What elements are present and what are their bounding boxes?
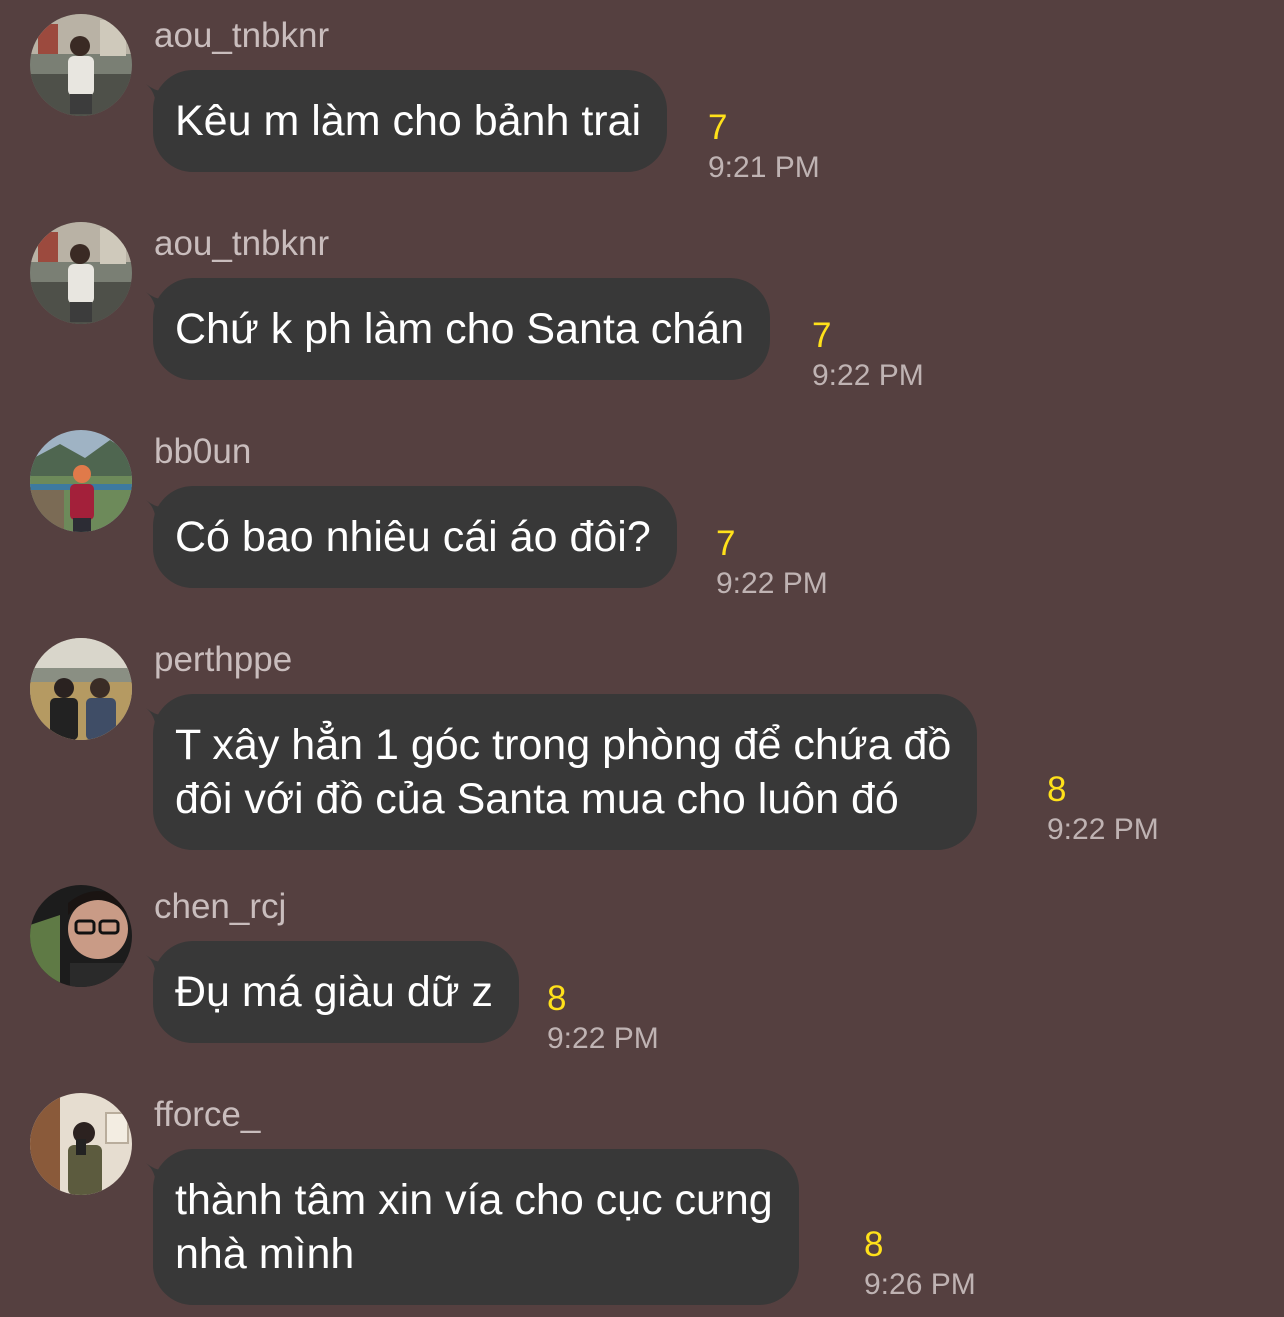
timestamp: 9:22 PM	[812, 359, 924, 392]
message-bubble[interactable]: T xây hẳn 1 góc trong phòng để chứa đồ đ…	[153, 694, 978, 850]
timestamp: 9:22 PM	[716, 567, 828, 600]
reaction-count: 8	[547, 979, 567, 1018]
message-text: Đụ má giàu dữ z	[175, 968, 493, 1016]
message-text: Có bao nhiêu cái áo đôi?	[175, 513, 651, 561]
timestamp: 9:22 PM	[1047, 813, 1159, 846]
message-meta: 8 9:22 PM	[547, 979, 659, 1059]
message-bubble-container: Có bao nhiêu cái áo đôi?	[146, 486, 677, 588]
message-text-line: T xây hẳn 1 góc trong phòng để chứa đồ	[175, 721, 952, 769]
username[interactable]: chen_rcj	[154, 887, 286, 927]
message-meta: 7 9:22 PM	[716, 524, 828, 604]
user-avatar[interactable]	[30, 885, 132, 987]
message-bubble[interactable]: thành tâm xin vía cho cục cưng nhà mình	[153, 1149, 799, 1305]
timestamp: 9:26 PM	[864, 1268, 976, 1301]
chat-screen: { "colors": { "background": "#554040", "…	[0, 0, 1284, 1317]
message-text: Chứ k ph làm cho Santa chán	[175, 305, 744, 353]
message-meta: 8 9:26 PM	[864, 1225, 976, 1305]
user-avatar[interactable]	[30, 1093, 132, 1195]
username[interactable]: aou_tnbknr	[154, 16, 329, 56]
user-avatar[interactable]	[30, 638, 132, 740]
user-avatar[interactable]	[30, 222, 132, 324]
reaction-count: 7	[812, 316, 832, 355]
message-text: Kêu m làm cho bảnh trai	[175, 97, 642, 145]
message-text-line: nhà mình	[175, 1230, 355, 1278]
message-bubble-container: Đụ má giàu dữ z	[146, 941, 519, 1043]
username[interactable]: fforce_	[154, 1095, 260, 1135]
message-bubble-container: thành tâm xin vía cho cục cưng nhà mình	[146, 1149, 799, 1305]
message-bubble[interactable]: Kêu m làm cho bảnh trai	[153, 70, 668, 172]
message-bubble[interactable]: Chứ k ph làm cho Santa chán	[153, 278, 770, 380]
message-meta: 8 9:22 PM	[1047, 770, 1159, 850]
message-bubble[interactable]: Có bao nhiêu cái áo đôi?	[153, 486, 677, 588]
timestamp: 9:22 PM	[547, 1022, 659, 1055]
reaction-count: 7	[708, 108, 728, 147]
username[interactable]: perthppe	[154, 640, 292, 680]
user-avatar[interactable]	[30, 14, 132, 116]
message-bubble[interactable]: Đụ má giàu dữ z	[153, 941, 519, 1043]
message-meta: 7 9:22 PM	[812, 316, 924, 396]
username[interactable]: bb0un	[154, 432, 251, 472]
message-meta: 7 9:21 PM	[708, 108, 820, 188]
user-avatar[interactable]	[30, 430, 132, 532]
reaction-count: 8	[864, 1225, 884, 1264]
message-bubble-container: Kêu m làm cho bảnh trai	[146, 70, 668, 172]
message-bubble-container: Chứ k ph làm cho Santa chán	[146, 278, 770, 380]
message-text-line: thành tâm xin vía cho cục cưng	[175, 1176, 773, 1224]
username[interactable]: aou_tnbknr	[154, 224, 329, 264]
message-text-line: đôi với đồ của Santa mua cho luôn đó	[175, 775, 899, 823]
timestamp: 9:21 PM	[708, 151, 820, 184]
message-bubble-container: T xây hẳn 1 góc trong phòng để chứa đồ đ…	[146, 694, 978, 850]
reaction-count: 7	[716, 524, 736, 563]
reaction-count: 8	[1047, 770, 1067, 809]
